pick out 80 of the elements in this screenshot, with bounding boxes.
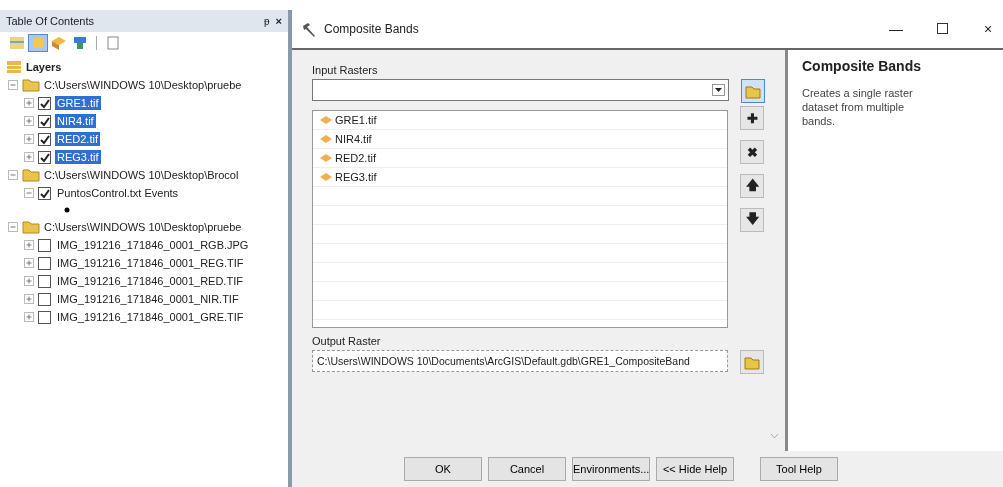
scroll-down-icon[interactable] [770, 433, 779, 439]
help-title: Composite Bands [802, 58, 922, 74]
maximize-icon [936, 23, 948, 34]
field-label: Input Rasters [312, 64, 379, 76]
expand-toggle[interactable] [24, 276, 34, 286]
expand-toggle[interactable] [8, 170, 18, 180]
pin-button[interactable]: ᵽ [264, 15, 270, 27]
raster-icon [319, 115, 333, 125]
expand-toggle[interactable] [24, 312, 34, 322]
layer-name[interactable]: IMG_191216_171846_0001_RED.TIF [55, 274, 245, 288]
raster-item[interactable]: REG3.tif [335, 171, 377, 183]
point-symbol-icon [64, 207, 70, 213]
layer-name[interactable]: REG3.tif [55, 150, 101, 164]
help-text: Creates a single raster dataset from multiple bands. [802, 86, 914, 128]
close-button[interactable]: × [275, 15, 282, 27]
folder-icon [744, 354, 760, 370]
raster-icon [319, 172, 333, 182]
checkbox[interactable] [38, 238, 51, 252]
minimize-button[interactable]: — [876, 21, 916, 37]
layer-name[interactable]: PuntosControl.txt Events [55, 186, 181, 200]
checkbox[interactable] [38, 132, 51, 146]
folder-icon [22, 220, 40, 234]
checkbox[interactable] [38, 114, 51, 128]
folder-path[interactable]: C:\Users\WINDOWS 10\Desktop\pruebe [44, 221, 242, 233]
browse-folder-button[interactable] [741, 79, 765, 103]
field-label: Output Raster [312, 335, 382, 347]
output-raster-field[interactable]: C:\Users\WINDOWS 10\Documents\ArcGIS\Default.gdb\GRE1_CompositeBand [312, 350, 728, 372]
folder-path[interactable]: C:\Users\WINDOWS 10\Desktop\Brocol [44, 169, 239, 181]
folder-icon [22, 78, 40, 92]
layer-name[interactable]: IMG_191216_171846_0001_RGB.JPG [55, 238, 251, 252]
expand-toggle[interactable] [24, 258, 34, 268]
folder-icon [745, 83, 761, 99]
list-action-button[interactable]: ✚ [740, 106, 764, 130]
raster-item[interactable]: GRE1.tif [335, 114, 377, 126]
layers-icon [6, 60, 22, 74]
checkbox[interactable] [38, 292, 51, 306]
dialog-button[interactable]: Environments... [572, 457, 650, 481]
checkbox[interactable] [38, 150, 51, 164]
layer-name[interactable]: IMG_191216_171846_0001_GRE.TIF [55, 310, 246, 324]
dialog-button[interactable]: Cancel [488, 457, 566, 481]
expand-toggle[interactable] [24, 294, 34, 304]
layer-name[interactable]: IMG_191216_171846_0001_NIR.TIF [55, 292, 241, 306]
dialog-button[interactable]: << Hide Help [656, 457, 734, 481]
expand-toggle[interactable] [24, 116, 34, 126]
layers-label: Layers [26, 61, 62, 73]
layer-name[interactable]: NIR4.tif [55, 114, 96, 128]
layers-list-icon[interactable] [8, 35, 26, 51]
expand-toggle[interactable] [24, 134, 34, 144]
checkbox[interactable] [38, 96, 51, 110]
list-action-button[interactable]: ✖ [740, 140, 764, 164]
close-button[interactable]: × [968, 21, 1003, 37]
raster-item[interactable]: NIR4.tif [335, 133, 372, 145]
panel-title: Table Of Contents [6, 15, 95, 27]
hammer-icon [300, 20, 318, 38]
input-rasters-dropdown[interactable] [312, 79, 729, 101]
folder-path[interactable]: C:\Users\WINDOWS 10\Desktop\pruebe [44, 79, 242, 91]
expand-toggle[interactable] [24, 240, 34, 250]
checkbox[interactable] [38, 274, 51, 288]
folder-icon [22, 168, 40, 182]
dialog-button[interactable]: OK [404, 457, 482, 481]
browse-folder-button[interactable] [740, 350, 764, 374]
expand-toggle[interactable] [24, 98, 34, 108]
expand-toggle[interactable] [8, 222, 18, 232]
raster-item[interactable]: RED2.tif [335, 152, 376, 164]
cube-icon[interactable] [50, 35, 68, 51]
dialog-title: Composite Bands [324, 22, 419, 36]
checkbox[interactable] [38, 186, 51, 200]
tool-help-button[interactable]: Tool Help [760, 457, 838, 481]
list-action-button[interactable]: 🡅 [740, 174, 764, 198]
expand-toggle[interactable] [24, 152, 34, 162]
layer-name[interactable]: IMG_191216_171846_0001_REG.TIF [55, 256, 246, 270]
list-action-button[interactable]: 🡇 [740, 208, 764, 232]
expand-toggle[interactable] [24, 188, 34, 198]
checkbox[interactable] [38, 310, 51, 324]
layer-name[interactable]: GRE1.tif [55, 96, 101, 110]
layer-name[interactable]: RED2.tif [55, 132, 100, 146]
raster-icon [319, 134, 333, 144]
checkbox[interactable] [38, 256, 51, 270]
expand-toggle[interactable] [8, 80, 18, 90]
raster-icon [319, 153, 333, 163]
